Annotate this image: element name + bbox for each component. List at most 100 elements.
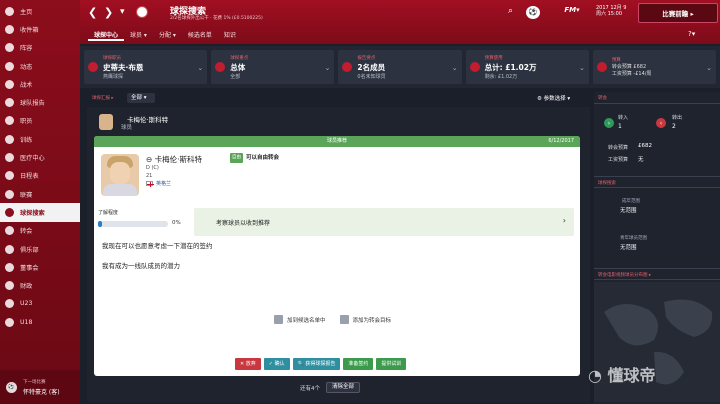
help-icon[interactable]: ?▾: [688, 30, 695, 38]
tab-item[interactable]: 分配 ▾: [153, 30, 182, 41]
filter-box[interactable]: 球探重点 总体 全部 ⌄: [211, 50, 335, 84]
chevron-down-icon: ⌄: [197, 64, 204, 72]
fm-menu-button[interactable]: FM▾: [558, 6, 586, 19]
remaining-count: 还有4个: [300, 385, 320, 392]
player-age: 21: [146, 173, 153, 179]
sidebar-item[interactable]: 动态: [0, 57, 80, 75]
transfer-budget-value: £682: [638, 143, 652, 149]
tab-item[interactable]: 球员 ▾: [124, 30, 153, 41]
sidebar-item[interactable]: 董事会: [0, 258, 80, 276]
dropdown-chevron-icon[interactable]: ▾: [120, 7, 125, 17]
home-icon: [5, 6, 14, 16]
back-arrow-icon[interactable]: ❮: [88, 6, 97, 19]
report-subheader: 球探汇报 ▸ 全部 ▾ ⚙ 参数选择 ▾: [87, 92, 587, 105]
sidebar-item[interactable]: 财政: [0, 276, 80, 294]
add-transfer-target-checkbox[interactable]: 添加为转会目标: [339, 315, 391, 324]
transfer-in-label: 转入: [618, 115, 629, 121]
sidebar-item[interactable]: 球探搜索: [0, 203, 80, 222]
sidebar-item[interactable]: U23: [0, 295, 80, 313]
transfer-out-label: 转出: [672, 115, 683, 121]
player-nationality[interactable]: 英格兰: [156, 180, 171, 187]
money-icon: [596, 62, 607, 72]
action-button[interactable]: 🔍 获得球探报告: [292, 358, 341, 370]
sidebar-item[interactable]: 医疗中心: [0, 148, 80, 166]
date-display[interactable]: 2017 12月 9 周六 15:00: [596, 5, 626, 17]
sidebar-item[interactable]: 战术: [0, 75, 80, 93]
sidebar-item[interactable]: 阵容: [0, 39, 80, 57]
forward-arrow-icon[interactable]: ❯: [104, 6, 113, 19]
report-section-label[interactable]: 球探汇报 ▸: [92, 95, 114, 101]
sidebar-list: 主页 收件箱 阵容 动态战术球队报告职员训练医疗中心日程表联赛球探搜索转会俱乐部 董事会…: [0, 2, 80, 331]
tab-item[interactable]: 球探中心: [88, 30, 125, 41]
card-header: 球员推荐 6/12/2017: [94, 136, 580, 147]
sidebar-item-label: 职员: [20, 118, 33, 126]
filter-box[interactable]: 预算 转会预算 £682 工资预算 -£14/周 ⌄: [592, 50, 717, 84]
sidebar-item[interactable]: 训练: [0, 130, 80, 148]
sidebar-item[interactable]: 转会: [0, 222, 80, 240]
player-row-name[interactable]: 卡梅伦·斯科特: [127, 114, 168, 124]
sidebar-item[interactable]: U18: [0, 313, 80, 331]
time-line: 周六 15:00: [596, 11, 622, 17]
filter-box[interactable]: 球探职员 史蒂夫·布恩 燕鹰球探 ⌄: [84, 50, 208, 84]
wage-budget-value: 无: [638, 157, 644, 163]
action-button[interactable]: ✓ 确认: [263, 358, 290, 370]
sidebar-item[interactable]: 主页: [0, 2, 80, 20]
tactics-icon: [5, 79, 14, 89]
chevron-down-icon: ⌄: [451, 64, 458, 72]
filter-value: 史蒂夫·布恩: [103, 62, 144, 72]
knowledge-bar: [98, 221, 168, 227]
player-row-avatar: [99, 114, 113, 130]
sidebar-item[interactable]: 收件箱: [0, 20, 80, 38]
sidebar-item-label: 战术: [20, 81, 33, 89]
scout-panel-title: 球探搜索: [598, 181, 616, 186]
tab-item[interactable]: 知识: [218, 30, 242, 41]
transfer-panel-header[interactable]: 转会: [594, 92, 720, 104]
sidebar-item[interactable]: 球队报告: [0, 93, 80, 111]
action-button[interactable]: 准备签约: [343, 358, 374, 370]
filter-value: 2名成员: [357, 62, 386, 72]
card-date: 6/12/2017: [548, 138, 574, 144]
transfer-out-count: 2: [672, 123, 676, 130]
club-badge-icon[interactable]: [136, 6, 148, 18]
age-range-label: 成年范围: [622, 199, 640, 204]
action-button[interactable]: ✕ 放弃: [235, 358, 261, 370]
sidebar-item[interactable]: 日程表: [0, 167, 80, 185]
sidebar-item[interactable]: 联赛: [0, 185, 80, 203]
knowledge-meter: 了解程度 0%: [98, 209, 188, 237]
player-row[interactable]: 卡梅伦·斯科特 球员: [95, 111, 590, 133]
page-subtitle: 2/2名球探外出公干 · 花费 1% (£0.5100225): [170, 16, 263, 21]
sidebar-item-label: 转会: [20, 228, 33, 236]
continue-button[interactable]: 比赛前瞻 ▸: [638, 3, 718, 23]
transfer-in-count: 1: [618, 123, 622, 130]
sidebar-item-label: 球探搜索: [20, 209, 45, 217]
filter-box[interactable]: 预算使用 总计: £1.02万 剩余: £1.02万 ⌄: [465, 50, 589, 84]
clear-all-button[interactable]: 清除全部: [326, 382, 361, 393]
report-filter-value: 全部: [131, 95, 143, 101]
sidebar-item-label: 日程表: [20, 173, 39, 181]
filter-box[interactable]: 报告要点 2名成员 0名未知球员 ⌄: [338, 50, 462, 84]
wage-budget-label: 工资预算: [608, 157, 629, 163]
action-button[interactable]: 提供试训: [376, 358, 407, 370]
sidebar-item-label: 医疗中心: [20, 155, 45, 163]
player-avatar: [101, 154, 139, 196]
player-name[interactable]: ⊖ 卡梅伦·斯科特: [146, 154, 202, 165]
chevron-down-icon: ⌄: [324, 64, 331, 72]
scout-player-button[interactable]: 考察球员以收到推荐 ›: [194, 208, 574, 236]
next-match[interactable]: ⚽ 下一场比赛 怀特豪克 (客): [0, 370, 80, 404]
u23-icon: [5, 299, 14, 309]
sidebar-item[interactable]: 俱乐部: [0, 240, 80, 258]
focus-icon: [215, 62, 226, 72]
sidebar-item-label: U18: [20, 318, 33, 326]
scout-player-label: 考察球员以收到推荐: [216, 219, 271, 227]
checkbox-box: [274, 315, 283, 324]
sidebar-item[interactable]: 职员: [0, 112, 80, 130]
next-match-name: 怀特豪克 (客): [23, 388, 60, 396]
scout-panel-header: 球探搜索: [594, 176, 720, 188]
search-icon[interactable]: ⌕: [504, 6, 517, 19]
parameter-select-button[interactable]: ⚙ 参数选择 ▾: [537, 94, 570, 102]
report-filter-select[interactable]: 全部 ▾: [127, 93, 155, 103]
tab-item[interactable]: 候选名单: [182, 30, 218, 41]
ball-icon[interactable]: ⚽: [526, 6, 540, 19]
add-shortlist-checkbox[interactable]: 加到候选名单中: [274, 315, 326, 324]
map-panel-header[interactable]: 转会电影视频球员分布图 ▸: [594, 268, 720, 280]
